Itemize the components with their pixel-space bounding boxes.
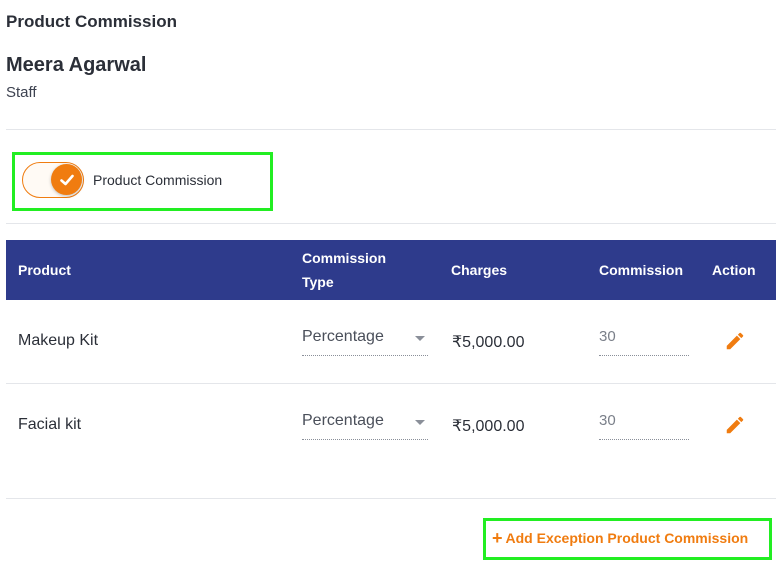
commission-type-select[interactable]: Percentage [302,412,428,440]
commission-input[interactable]: 30 [599,328,689,356]
product-charges: ₹5,000.00 [452,418,525,435]
table-row: Makeup Kit Percentage ₹5,000.00 30 [6,300,776,384]
product-commission-toggle[interactable] [22,162,84,198]
product-name: Makeup Kit [18,332,99,349]
column-header-commission: Commission [599,262,684,278]
column-header-product: Product [18,262,71,278]
table-row: Facial kit Percentage ₹5,000.00 30 [6,384,776,468]
commission-value: 30 [599,328,616,345]
product-name: Facial kit [18,416,82,433]
divider [6,498,776,499]
commission-value: 30 [599,412,616,429]
pencil-edit-icon[interactable] [724,330,746,352]
column-header-action: Action [712,262,756,278]
product-charges: ₹5,000.00 [452,334,525,351]
product-commission-toggle-row: Product Commission [22,162,222,198]
product-commission-page: Product Commission Meera Agarwal Staff P… [0,0,781,576]
column-header-commission-type-line1: Commission [302,250,387,266]
table-header: Product Commission Type Charges Commissi… [6,240,776,300]
column-header-commission-type-line2: Type [302,274,334,290]
page-title: Product Commission [6,12,177,31]
toggle-label: Product Commission [93,172,223,188]
caret-down-icon [415,336,425,341]
divider [6,223,776,224]
commission-type-value: Percentage [302,328,384,345]
add-exception-label: Add Exception Product Commission [505,530,749,546]
column-header-commission-type: Commission Type [302,246,386,294]
column-header-charges: Charges [451,262,508,278]
commission-type-value: Percentage [302,412,384,429]
toggle-knob [51,164,82,195]
caret-down-icon [415,420,425,425]
staff-name: Meera Agarwal [6,54,147,76]
commission-type-select[interactable]: Percentage [302,328,428,356]
plus-icon: + [492,528,503,548]
staff-role: Staff [6,84,37,101]
commission-input[interactable]: 30 [599,412,689,440]
add-exception-product-commission-button[interactable]: + Add Exception Product Commission [492,529,748,547]
divider [6,129,776,130]
check-icon [59,174,74,185]
pencil-edit-icon[interactable] [724,414,746,436]
